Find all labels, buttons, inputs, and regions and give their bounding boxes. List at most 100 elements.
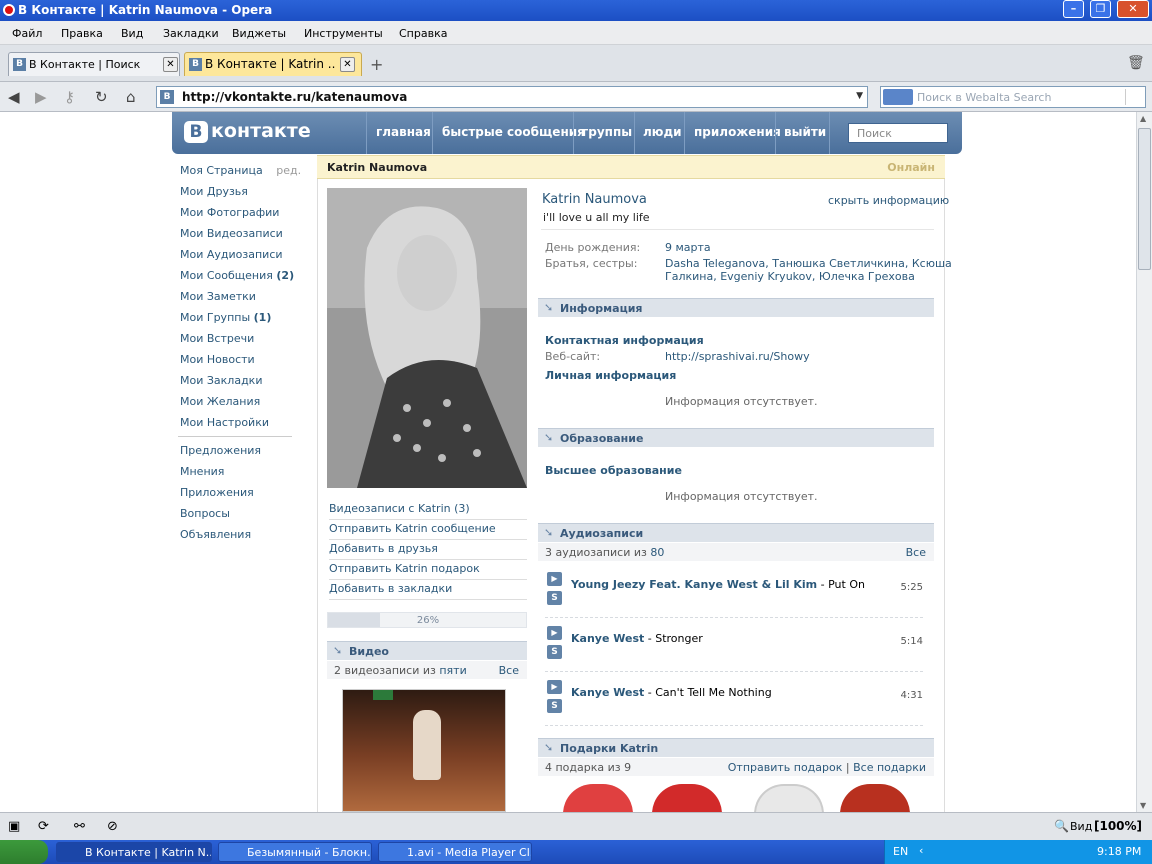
tab-search[interactable]: B В Контакте | Поиск ✕: [8, 52, 180, 76]
hide-info-link[interactable]: скрыть информацию: [828, 194, 949, 207]
left-menu-item[interactable]: Мнения: [180, 465, 224, 478]
left-menu-item[interactable]: Мои Аудиозаписи: [180, 248, 283, 261]
minimize-button[interactable]: –: [1063, 0, 1084, 18]
start-button[interactable]: [0, 840, 48, 864]
add-bookmark-link[interactable]: Добавить в закладки: [329, 580, 527, 600]
menu-bookmarks[interactable]: Закладки: [163, 27, 219, 40]
left-menu-item[interactable]: Мои Заметки: [180, 290, 256, 303]
scrollbar-thumb[interactable]: [1138, 128, 1151, 270]
taskbar-item-notepad[interactable]: Безымянный - Блокн...: [218, 842, 372, 862]
left-menu-item[interactable]: Мои Новости: [180, 353, 255, 366]
play-icon[interactable]: ▶: [547, 680, 562, 694]
videos-with-link[interactable]: Видеозаписи с Katrin (3): [329, 500, 527, 520]
add-friend-link[interactable]: Добавить в друзья: [329, 540, 527, 560]
search-box[interactable]: Поиск в Webalta Search: [880, 86, 1146, 108]
left-menu-item[interactable]: Мои Встречи: [180, 332, 254, 345]
save-track-icon[interactable]: S: [547, 699, 562, 713]
menu-widgets[interactable]: Виджеты: [232, 27, 286, 40]
audio-total-link[interactable]: 80: [650, 546, 664, 559]
left-menu-item[interactable]: Вопросы: [180, 507, 230, 520]
nav-groups[interactable]: группы: [582, 125, 632, 139]
left-menu-item[interactable]: Мои Желания: [180, 395, 260, 408]
video-section-header[interactable]: Видео: [327, 641, 527, 660]
menu-file[interactable]: Файл: [12, 27, 42, 40]
maximize-button[interactable]: ❐: [1090, 0, 1111, 18]
send-gift-link[interactable]: Отправить Katrin подарок: [329, 560, 527, 580]
tray-expand-icon[interactable]: ‹: [919, 844, 923, 857]
share-icon[interactable]: ⚯: [74, 819, 85, 834]
block-icon[interactable]: ⊘: [107, 819, 118, 834]
siblings-value[interactable]: Галкина, Evgeniy Kryukov, Юлечка Грехова: [665, 270, 915, 283]
menu-tools[interactable]: Инструменты: [304, 27, 383, 40]
vk-search-input[interactable]: Поиск: [848, 123, 948, 143]
play-icon[interactable]: ▶: [547, 572, 562, 586]
close-tab-icon[interactable]: ✕: [163, 57, 178, 72]
window-title: В Контакте | Katrin Naumova - Opera: [18, 3, 273, 17]
audio-track: ▶ S Kanye West - Can't Tell Me Nothing 4…: [545, 672, 923, 726]
menu-help[interactable]: Справка: [399, 27, 447, 40]
save-track-icon[interactable]: S: [547, 591, 562, 605]
nav-quick-messages[interactable]: быстрые сообщения: [442, 125, 585, 139]
vk-logo[interactable]: Bконтакте: [184, 120, 311, 143]
taskbar-item-mediaplayer[interactable]: 1.avi - Media Player Cl...: [378, 842, 532, 862]
search-icon[interactable]: [1125, 89, 1143, 105]
chevron-down-icon[interactable]: ▼: [856, 91, 863, 101]
panel-toggle-icon[interactable]: ▣: [8, 819, 20, 834]
forward-icon[interactable]: ▶: [35, 88, 47, 106]
left-menu-item[interactable]: Предложения: [180, 444, 261, 457]
audio-all-link[interactable]: Все: [906, 546, 926, 559]
page-scrollbar[interactable]: ▲ ▼: [1136, 112, 1152, 812]
left-menu-item[interactable]: Мои Группы (1): [180, 311, 271, 324]
left-menu-item[interactable]: Мои Видеозаписи: [180, 227, 283, 240]
play-icon[interactable]: ▶: [547, 626, 562, 640]
close-window-button[interactable]: ✕: [1117, 0, 1149, 18]
menu-edit[interactable]: Правка: [61, 27, 103, 40]
save-track-icon[interactable]: S: [547, 645, 562, 659]
left-menu-item[interactable]: Мои Сообщения (2): [180, 269, 294, 282]
left-menu-item[interactable]: Мои Закладки: [180, 374, 262, 387]
zoom-value[interactable]: [100%]: [1094, 819, 1142, 833]
audio-section-header[interactable]: Аудиозаписи: [538, 523, 934, 542]
left-menu-item[interactable]: Мои Фотографии: [180, 206, 279, 219]
video-thumbnail[interactable]: [342, 689, 506, 812]
close-tab-icon[interactable]: ✕: [340, 57, 355, 72]
profile-photo[interactable]: [327, 188, 527, 488]
reload-icon[interactable]: ↻: [95, 88, 108, 106]
search-engine-icon[interactable]: [883, 89, 913, 105]
tab-profile[interactable]: B В Контакте | Katrin ... ✕: [184, 52, 362, 76]
nav-people[interactable]: люди: [643, 125, 682, 139]
nav-logout[interactable]: выйти: [784, 125, 826, 139]
birthday-value[interactable]: 9 марта: [665, 241, 711, 254]
info-section-header[interactable]: Информация: [538, 298, 934, 317]
send-message-link[interactable]: Отправить Katrin сообщение: [329, 520, 527, 540]
taskbar-item-opera[interactable]: В Контакте | Katrin N...: [56, 842, 212, 862]
gifts-section-header[interactable]: Подарки Katrin: [538, 738, 934, 757]
sync-icon[interactable]: ⟳: [38, 819, 49, 834]
new-tab-icon[interactable]: +: [370, 55, 383, 74]
left-menu-item[interactable]: Моя Страница ред.: [180, 164, 301, 177]
track-artist[interactable]: Kanye West: [571, 686, 644, 699]
video-total-link[interactable]: пяти: [439, 664, 466, 677]
website-link[interactable]: http://sprashivai.ru/Showy: [665, 350, 810, 363]
nav-apps[interactable]: приложения: [694, 125, 781, 139]
left-menu-item[interactable]: Приложения: [180, 486, 254, 499]
education-section-header[interactable]: Образование: [538, 428, 934, 447]
language-indicator[interactable]: EN: [893, 845, 908, 858]
nav-home[interactable]: главная: [376, 125, 431, 139]
back-icon[interactable]: ◀: [8, 88, 20, 106]
key-icon[interactable]: ⚷: [64, 88, 75, 106]
left-menu-item[interactable]: Мои Настройки: [180, 416, 269, 429]
track-artist[interactable]: Kanye West: [571, 632, 644, 645]
home-icon[interactable]: ⌂: [126, 88, 136, 106]
clock: 9:18 PM: [1097, 845, 1142, 858]
left-menu-item[interactable]: Мои Друзья: [180, 185, 248, 198]
send-gift-link[interactable]: Отправить подарок: [728, 761, 843, 774]
siblings-value[interactable]: Dasha Teleganova, Танюшка Светличкина, К…: [665, 257, 952, 270]
left-menu-item[interactable]: Объявления: [180, 528, 251, 541]
all-gifts-link[interactable]: Все подарки: [853, 761, 926, 774]
trash-icon[interactable]: 🗑: [1127, 55, 1145, 71]
menu-view[interactable]: Вид: [121, 27, 143, 40]
track-artist[interactable]: Young Jeezy Feat. Kanye West & Lil Kim: [571, 578, 817, 591]
address-bar[interactable]: B http://vkontakte.ru/katenaumova ▼: [156, 86, 868, 108]
video-all-link[interactable]: Все: [499, 664, 519, 677]
